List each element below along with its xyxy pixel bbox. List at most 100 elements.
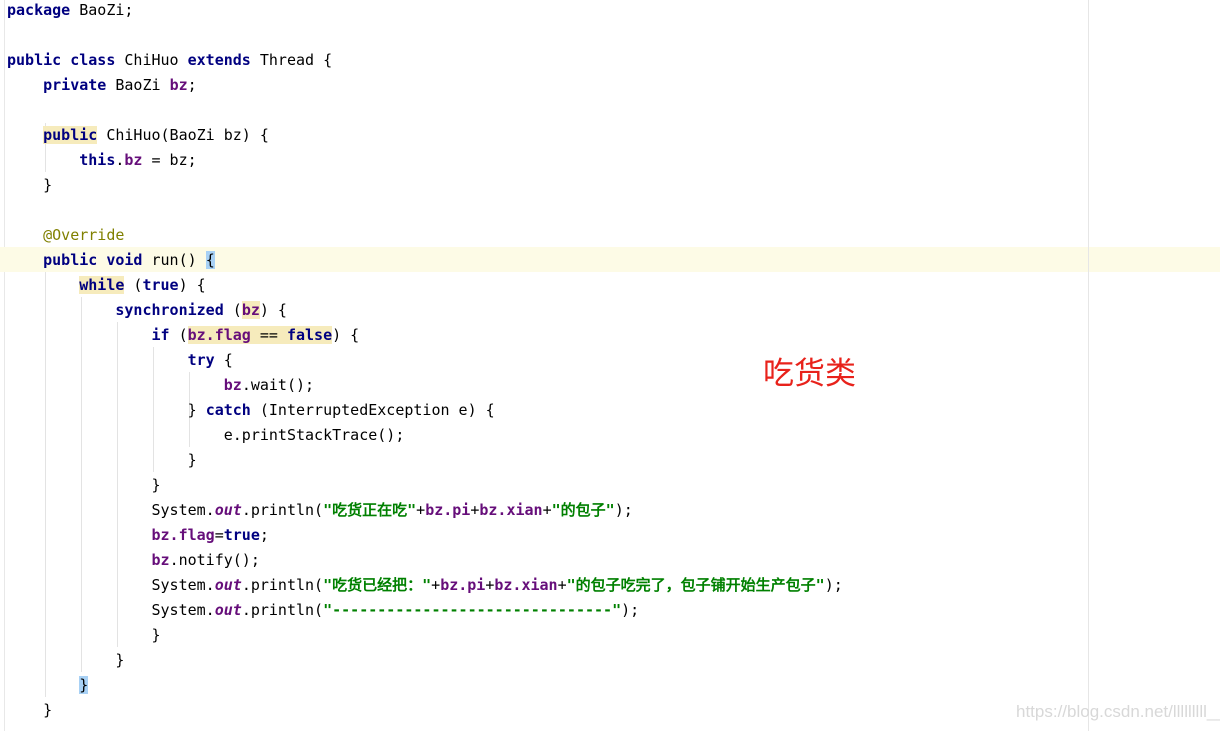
code-token: } bbox=[7, 401, 206, 419]
code-token: ; bbox=[259, 526, 269, 544]
fold-gutter bbox=[0, 0, 5, 731]
code-line[interactable]: bz.flag=true; bbox=[7, 523, 269, 548]
code-token: + bbox=[416, 501, 426, 519]
code-line[interactable]: @Override bbox=[7, 223, 124, 248]
code-token: out bbox=[214, 601, 242, 619]
code-token: bz.pi bbox=[440, 576, 486, 594]
code-token: = bz; bbox=[142, 151, 197, 169]
code-line[interactable]: public ChiHuo(BaoZi bz) { bbox=[7, 123, 269, 148]
code-token: @Override bbox=[43, 226, 125, 244]
code-token: bz bbox=[169, 76, 188, 94]
code-token: e.printStackTrace(); bbox=[7, 426, 405, 444]
code-token: bz.xian bbox=[479, 501, 543, 519]
code-line[interactable]: } bbox=[7, 623, 161, 648]
code-token: ; bbox=[187, 76, 197, 94]
code-token: public bbox=[43, 126, 98, 144]
code-editor[interactable]: package BaoZi; public class ChiHuo extend… bbox=[0, 0, 1220, 731]
code-line[interactable]: while (true) { bbox=[7, 273, 206, 298]
code-token: } bbox=[7, 651, 125, 669]
code-token: + bbox=[431, 576, 441, 594]
code-line[interactable]: System.out.println("吃货正在吃"+bz.pi+bz.xian… bbox=[7, 498, 633, 523]
code-token: try bbox=[187, 351, 215, 369]
code-token: public void bbox=[43, 251, 143, 269]
code-token: "吃货正在吃" bbox=[323, 501, 417, 519]
code-line[interactable]: e.printStackTrace(); bbox=[7, 423, 405, 448]
code-token: bz.flag bbox=[187, 326, 251, 344]
code-token: out bbox=[214, 501, 242, 519]
code-line[interactable]: synchronized (bz) { bbox=[7, 298, 287, 323]
code-token: bz.xian bbox=[494, 576, 558, 594]
code-token: run() bbox=[142, 251, 206, 269]
code-token: (InterruptedException e) { bbox=[250, 401, 495, 419]
code-token: } bbox=[7, 701, 53, 719]
code-token: { bbox=[205, 251, 215, 269]
code-line[interactable]: public class ChiHuo extends Thread { bbox=[7, 48, 332, 73]
code-token: bz bbox=[151, 551, 170, 569]
code-token: catch bbox=[205, 401, 251, 419]
code-token: ); bbox=[824, 576, 843, 594]
code-line[interactable]: } catch (InterruptedException e) { bbox=[7, 398, 495, 423]
code-line[interactable]: this.bz = bz; bbox=[7, 148, 197, 173]
code-token: + bbox=[542, 501, 552, 519]
code-token: ); bbox=[621, 601, 640, 619]
code-line[interactable]: if (bz.flag == false) { bbox=[7, 323, 359, 348]
code-token: System. bbox=[7, 576, 215, 594]
code-token: ); bbox=[614, 501, 633, 519]
code-line[interactable]: } bbox=[7, 448, 197, 473]
code-token: "的包子吃完了，包子铺开始生产包子" bbox=[566, 576, 825, 594]
code-token: public class bbox=[7, 51, 116, 69]
code-token: bz bbox=[124, 151, 143, 169]
right-margin-guide bbox=[1088, 0, 1089, 731]
code-line[interactable]: package BaoZi; bbox=[7, 0, 133, 23]
code-token: ) { bbox=[178, 276, 206, 294]
code-line[interactable]: System.out.println("吃货已经把："+bz.pi+bz.xia… bbox=[7, 573, 843, 598]
code-token: ( bbox=[169, 326, 188, 344]
code-token: + bbox=[557, 576, 567, 594]
code-line[interactable]: bz.wait(); bbox=[7, 373, 314, 398]
code-token: .println( bbox=[241, 576, 324, 594]
code-line[interactable]: private BaoZi bz; bbox=[7, 73, 197, 98]
code-token: ) { bbox=[259, 301, 287, 319]
code-line[interactable]: } bbox=[7, 473, 161, 498]
code-token: out bbox=[214, 576, 242, 594]
code-token: private bbox=[43, 76, 107, 94]
code-line[interactable]: public void run() { bbox=[7, 248, 215, 273]
code-token: true bbox=[223, 526, 260, 544]
annotation-label: 吃货类 bbox=[763, 356, 856, 392]
code-token: } bbox=[7, 476, 161, 494]
code-token: = bbox=[214, 526, 224, 544]
code-token: Thread { bbox=[250, 51, 333, 69]
code-token: } bbox=[7, 451, 197, 469]
code-line[interactable]: bz.notify(); bbox=[7, 548, 260, 573]
code-line[interactable]: System.out.println("--------------------… bbox=[7, 598, 639, 623]
code-token: extends bbox=[187, 51, 251, 69]
code-token: bz.pi bbox=[425, 501, 471, 519]
code-token: bz bbox=[241, 301, 260, 319]
code-token: } bbox=[7, 626, 161, 644]
code-token: } bbox=[7, 176, 53, 194]
code-line[interactable]: } bbox=[7, 698, 52, 723]
code-token: == bbox=[250, 326, 287, 344]
code-line[interactable]: } bbox=[7, 648, 124, 673]
code-token: ChiHuo(BaoZi bz) { bbox=[97, 126, 269, 144]
code-line[interactable]: } bbox=[7, 173, 52, 198]
code-token: BaoZi bbox=[106, 76, 170, 94]
code-line[interactable]: } bbox=[7, 673, 89, 698]
code-token: .wait(); bbox=[241, 376, 315, 394]
code-token: bz bbox=[223, 376, 242, 394]
code-token: "-------------------------------" bbox=[323, 601, 622, 619]
code-token: .println( bbox=[241, 601, 324, 619]
code-line[interactable]: try { bbox=[7, 348, 233, 373]
code-token: true bbox=[142, 276, 179, 294]
